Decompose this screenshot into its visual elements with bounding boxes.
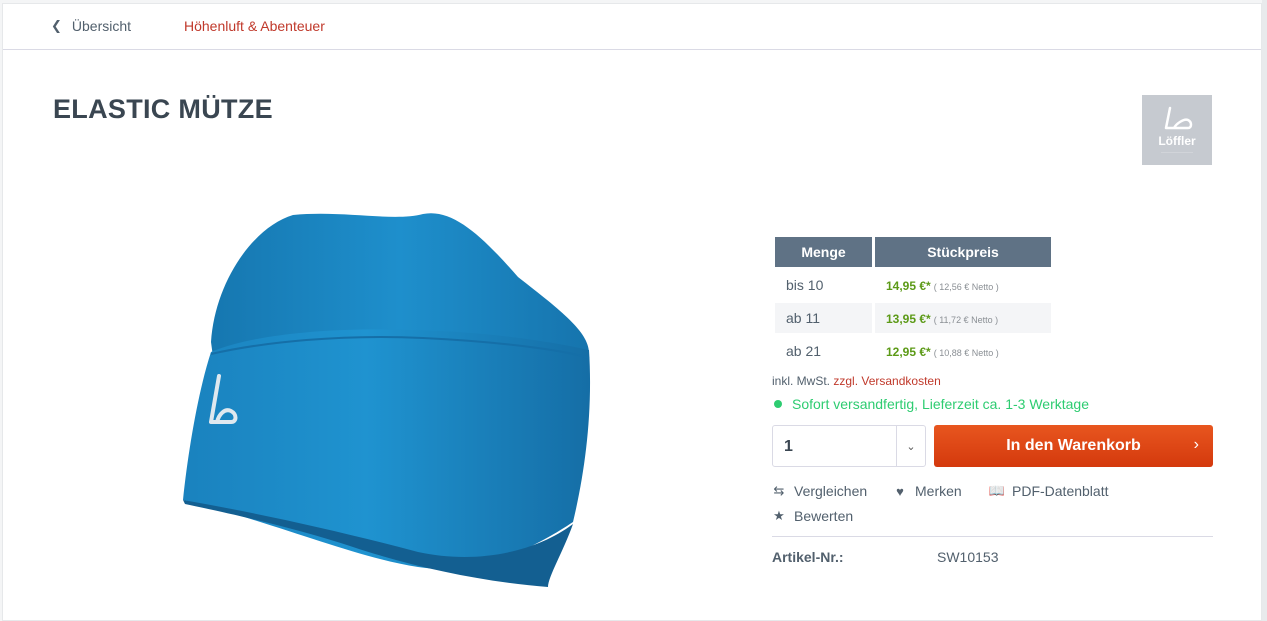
delivery-status: Sofort versandfertig, Lieferzeit ca. 1-3… <box>772 396 1089 412</box>
compare-label: Vergleichen <box>794 483 868 499</box>
back-label: Übersicht <box>71 18 132 34</box>
rate-link[interactable]: ★ Bewerten <box>772 508 853 524</box>
price-table-header-unit-price: Stückpreis <box>875 237 1051 267</box>
in-stock-dot-icon <box>774 400 782 408</box>
scrollbar-track[interactable] <box>1262 0 1267 621</box>
price-value: 13,95 €* <box>886 312 931 326</box>
shipping-costs-link[interactable]: zzgl. Versandkosten <box>833 374 940 388</box>
chevron-right-icon: › <box>1193 436 1199 453</box>
price-value: 14,95 €* <box>886 279 931 293</box>
breadcrumb-category[interactable]: Höhenluft & Abenteuer <box>184 18 325 34</box>
tax-note: inkl. MwSt. zzgl. Versandkosten <box>772 374 941 388</box>
add-to-cart-button[interactable]: In den Warenkorb › <box>934 425 1213 467</box>
quantity-value: 1 <box>784 438 793 455</box>
price-tier-price: 12,95 €*( 10,88 € Netto ) <box>875 336 1051 366</box>
chevron-down-icon[interactable]: ⌄ <box>896 426 925 466</box>
price-tier-price: 13,95 €*( 11,72 € Netto ) <box>875 303 1051 333</box>
price-net: ( 11,72 € Netto ) <box>933 315 999 325</box>
rate-label: Bewerten <box>794 508 854 524</box>
article-number-value: SW10153 <box>937 549 999 565</box>
beanie-image <box>183 213 591 587</box>
price-tier-price: 14,95 €*( 12,56 € Netto ) <box>875 270 1051 300</box>
price-table-header-quantity: Menge <box>775 237 872 267</box>
back-to-overview-link[interactable]: ❮ Übersicht <box>51 18 131 34</box>
delivery-text: Sofort versandfertig, Lieferzeit ca. 1-3… <box>792 396 1089 412</box>
heart-icon: ♥ <box>896 483 904 499</box>
price-net: ( 10,88 € Netto ) <box>933 348 999 358</box>
product-detail-page: ❮ Übersicht Höhenluft & Abenteuer ELASTI… <box>2 3 1262 621</box>
brand-logo[interactable]: Löffler ———————— <box>1142 95 1212 165</box>
price-net: ( 12,56 € Netto ) <box>933 282 999 292</box>
remember-link[interactable]: ♥ Merken <box>893 483 962 499</box>
quantity-select[interactable]: 1 ⌄ <box>772 425 926 467</box>
add-to-cart-label: In den Warenkorb <box>1006 437 1141 454</box>
price-value: 12,95 €* <box>886 345 931 359</box>
brand-tagline: ———————— <box>1161 149 1193 154</box>
chevron-left-icon: ❮ <box>51 18 62 33</box>
breadcrumb-bar: ❮ Übersicht Höhenluft & Abenteuer <box>3 4 1261 50</box>
pdf-label: PDF-Datenblatt <box>1012 483 1109 499</box>
compare-link[interactable]: ⇆ Vergleichen <box>772 483 868 499</box>
price-table: Menge Stückpreis bis 10 14,95 €*( 12,56 … <box>772 234 1054 369</box>
tax-prefix: inkl. MwSt. <box>772 374 831 388</box>
book-icon: 📖 <box>988 483 1006 498</box>
table-row: ab 21 12,95 €*( 10,88 € Netto ) <box>775 336 1051 366</box>
pdf-datasheet-link[interactable]: 📖 PDF-Datenblatt <box>988 483 1109 499</box>
price-tier-quantity: ab 21 <box>786 343 822 359</box>
table-row: ab 11 13,95 €*( 11,72 € Netto ) <box>775 303 1051 333</box>
article-number-label: Artikel-Nr.: <box>772 549 844 565</box>
price-tier-quantity: ab 11 <box>775 303 872 333</box>
star-icon: ★ <box>773 508 785 523</box>
table-row: bis 10 14,95 €*( 12,56 € Netto ) <box>775 270 1051 300</box>
remember-label: Merken <box>915 483 962 499</box>
loeffler-logo-icon <box>1164 106 1193 130</box>
product-image[interactable] <box>153 182 623 602</box>
compare-arrows-icon: ⇆ <box>773 483 785 498</box>
product-title: ELASTIC MÜTZE <box>53 94 273 124</box>
price-tier-quantity: bis 10 <box>786 277 824 293</box>
brand-name: Löffler <box>1158 134 1196 148</box>
divider <box>772 536 1213 537</box>
